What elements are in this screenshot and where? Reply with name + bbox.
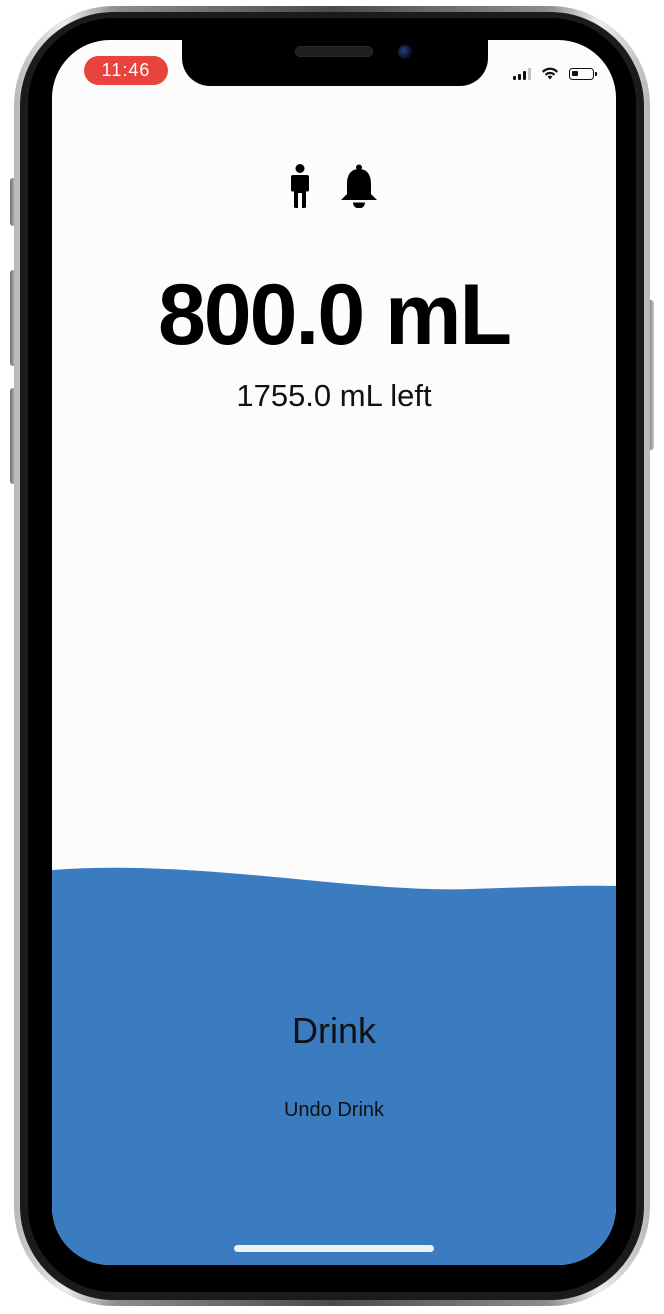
earpiece-speaker <box>295 46 373 57</box>
toolbar <box>52 164 616 208</box>
drink-button[interactable]: Drink <box>234 1005 434 1057</box>
battery-level <box>572 71 578 76</box>
device-stage: 11:46 800.0 mL 1755.0 mL left Drink Undo… <box>0 0 664 1314</box>
remaining-amount: 1755.0 mL left <box>236 378 432 413</box>
notch <box>182 40 488 86</box>
battery-icon <box>569 68 597 80</box>
cellular-signal-icon <box>513 68 531 80</box>
home-indicator[interactable] <box>234 1245 434 1252</box>
bell-icon[interactable] <box>339 164 379 208</box>
wifi-icon <box>542 67 558 80</box>
status-time: 11:46 <box>84 56 168 85</box>
undo-drink-button[interactable]: Undo Drink <box>234 1095 434 1125</box>
water-level <box>52 867 616 1265</box>
front-camera <box>398 45 412 59</box>
app-screen: 11:46 800.0 mL 1755.0 mL left Drink Undo… <box>52 40 616 1265</box>
intake-amount: 800.0 mL <box>157 267 512 363</box>
person-icon[interactable] <box>289 164 311 208</box>
status-indicators <box>513 64 597 80</box>
